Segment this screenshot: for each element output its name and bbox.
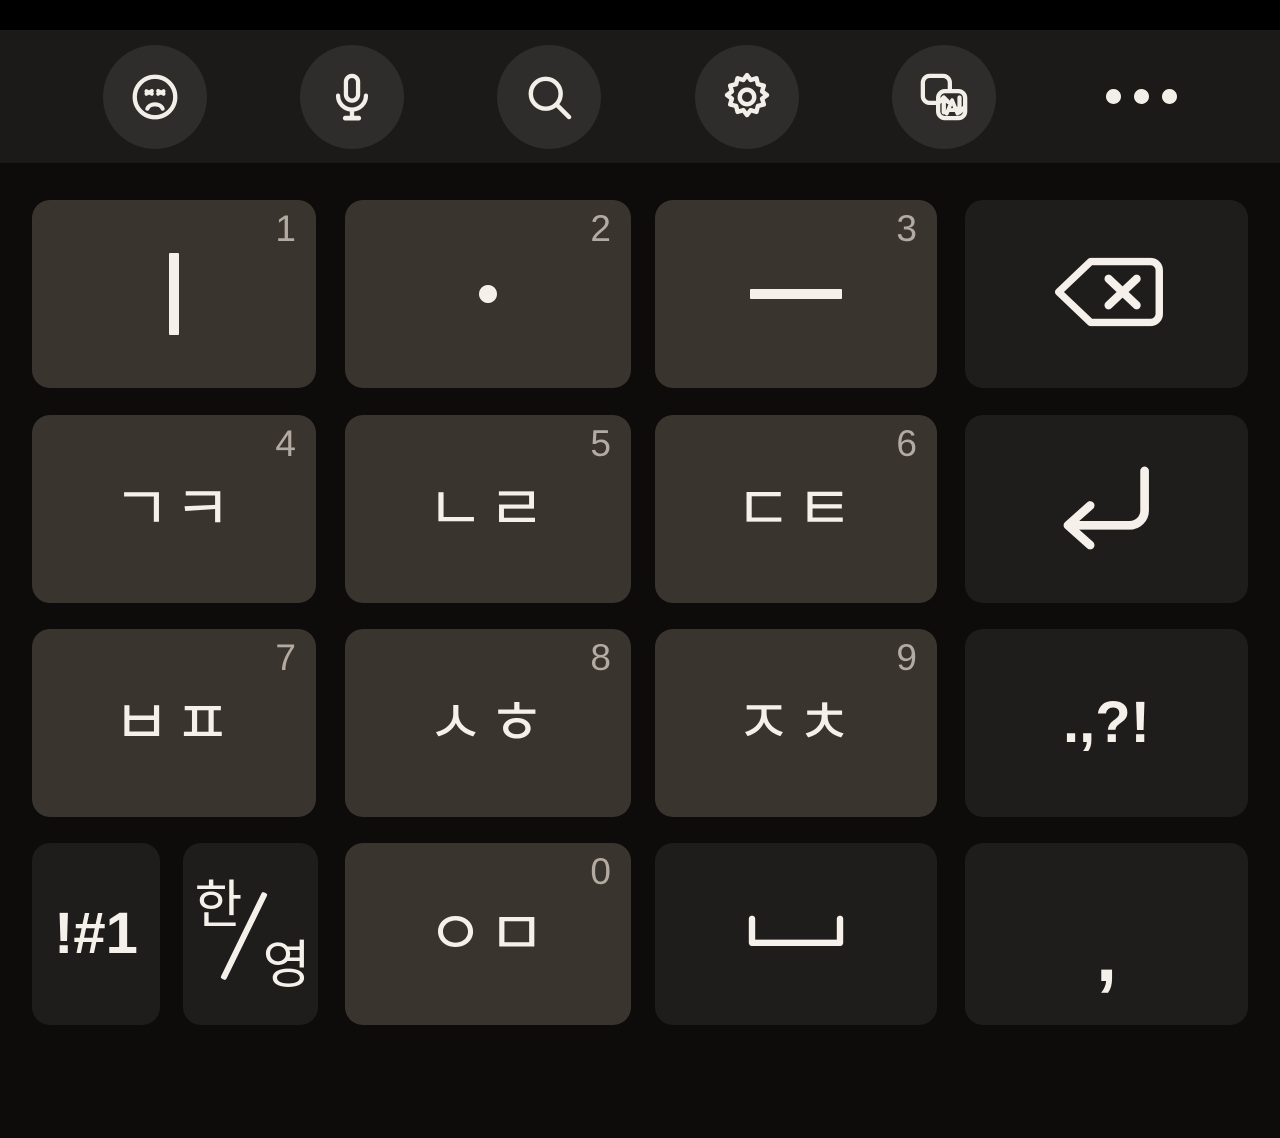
key-number-hint: 9 [896,637,917,678]
key-2[interactable]: 2 [345,200,631,388]
key-label: , [1095,913,1118,998]
dot-1 [1105,89,1121,104]
hanyoung-top-label: 한 [194,876,243,936]
key-number-hint: 6 [896,423,917,464]
key-number-hint: 4 [275,423,296,464]
key-language-toggle[interactable]: 한 영 [183,843,318,1025]
key-label: !#1 [54,901,138,966]
hanyoung-glyph: 한 영 [191,874,311,994]
toolbar-slot-emoji [56,30,253,163]
status-strip [0,0,1280,30]
enter-icon [1052,460,1162,559]
key-3[interactable]: 3 [655,200,937,388]
key-9[interactable]: 9 ㅈㅊ [655,629,937,817]
keyboard-grid: 1 2 3 4 ㄱㅋ 5 ㄴㄹ 6 ㄷㅌ 7 ㅂㅍ 8 ㅅㅎ 9 ㅈㅊ .,?!… [0,163,1280,1043]
key-label: ㄴㄹ [426,472,550,545]
key-6[interactable]: 6 ㄷㅌ [655,415,937,603]
toolbar-slot-translate [845,30,1042,163]
emoji-icon[interactable] [102,44,207,149]
more-dots [1105,89,1177,104]
space-icon [744,910,848,959]
toolbar-slot-microphone [253,30,450,163]
key-label: ㅅㅎ [426,686,550,759]
key-label: .,?! [1063,690,1150,755]
backspace-icon [1048,253,1166,336]
more-options-icon[interactable] [1089,45,1193,149]
key-1[interactable]: 1 [32,200,316,388]
hanyoung-bottom-label: 영 [262,936,311,996]
keyboard-toolbar [0,30,1280,163]
key-label: ㅂㅍ [112,686,236,759]
keyboard-screen: 1 2 3 4 ㄱㅋ 5 ㄴㄹ 6 ㄷㅌ 7 ㅂㅍ 8 ㅅㅎ 9 ㅈㅊ .,?!… [0,0,1280,1138]
key-5[interactable]: 5 ㄴㄹ [345,415,631,603]
key-0[interactable]: 0 ㅇㅁ [345,843,631,1025]
key-enter[interactable] [965,415,1248,603]
key-space[interactable] [655,843,937,1025]
key-punctuation[interactable]: .,?! [965,629,1248,817]
translate-icon[interactable] [891,44,996,149]
key-number-hint: 5 [590,423,611,464]
horizontal-bar-glyph [750,289,842,299]
dot-3 [1161,89,1177,104]
dot-glyph [479,285,497,303]
key-symbols[interactable]: !#1 [32,843,160,1025]
key-8[interactable]: 8 ㅅㅎ [345,629,631,817]
key-number-hint: 1 [275,208,296,249]
key-label: ㅇㅁ [426,897,550,970]
microphone-icon[interactable] [299,44,404,149]
key-number-hint: 7 [275,637,296,678]
key-number-hint: 8 [590,637,611,678]
key-number-hint: 3 [896,208,917,249]
bottom-navigation-area [0,1043,1280,1138]
key-number-hint: 2 [590,208,611,249]
key-comma[interactable]: , [965,843,1248,1025]
toolbar-slot-more [1043,30,1240,163]
gear-icon[interactable] [694,44,799,149]
vertical-bar-glyph [169,253,179,335]
toolbar-slot-search [451,30,648,163]
search-icon[interactable] [497,44,602,149]
key-backspace[interactable] [965,200,1248,388]
key-label: ㄱㅋ [112,472,236,545]
key-label: ㄷㅌ [734,472,858,545]
key-7[interactable]: 7 ㅂㅍ [32,629,316,817]
key-number-hint: 0 [590,851,611,892]
key-4[interactable]: 4 ㄱㅋ [32,415,316,603]
key-label: ㅈㅊ [734,686,858,759]
dot-2 [1133,89,1149,104]
toolbar-slot-settings [648,30,845,163]
